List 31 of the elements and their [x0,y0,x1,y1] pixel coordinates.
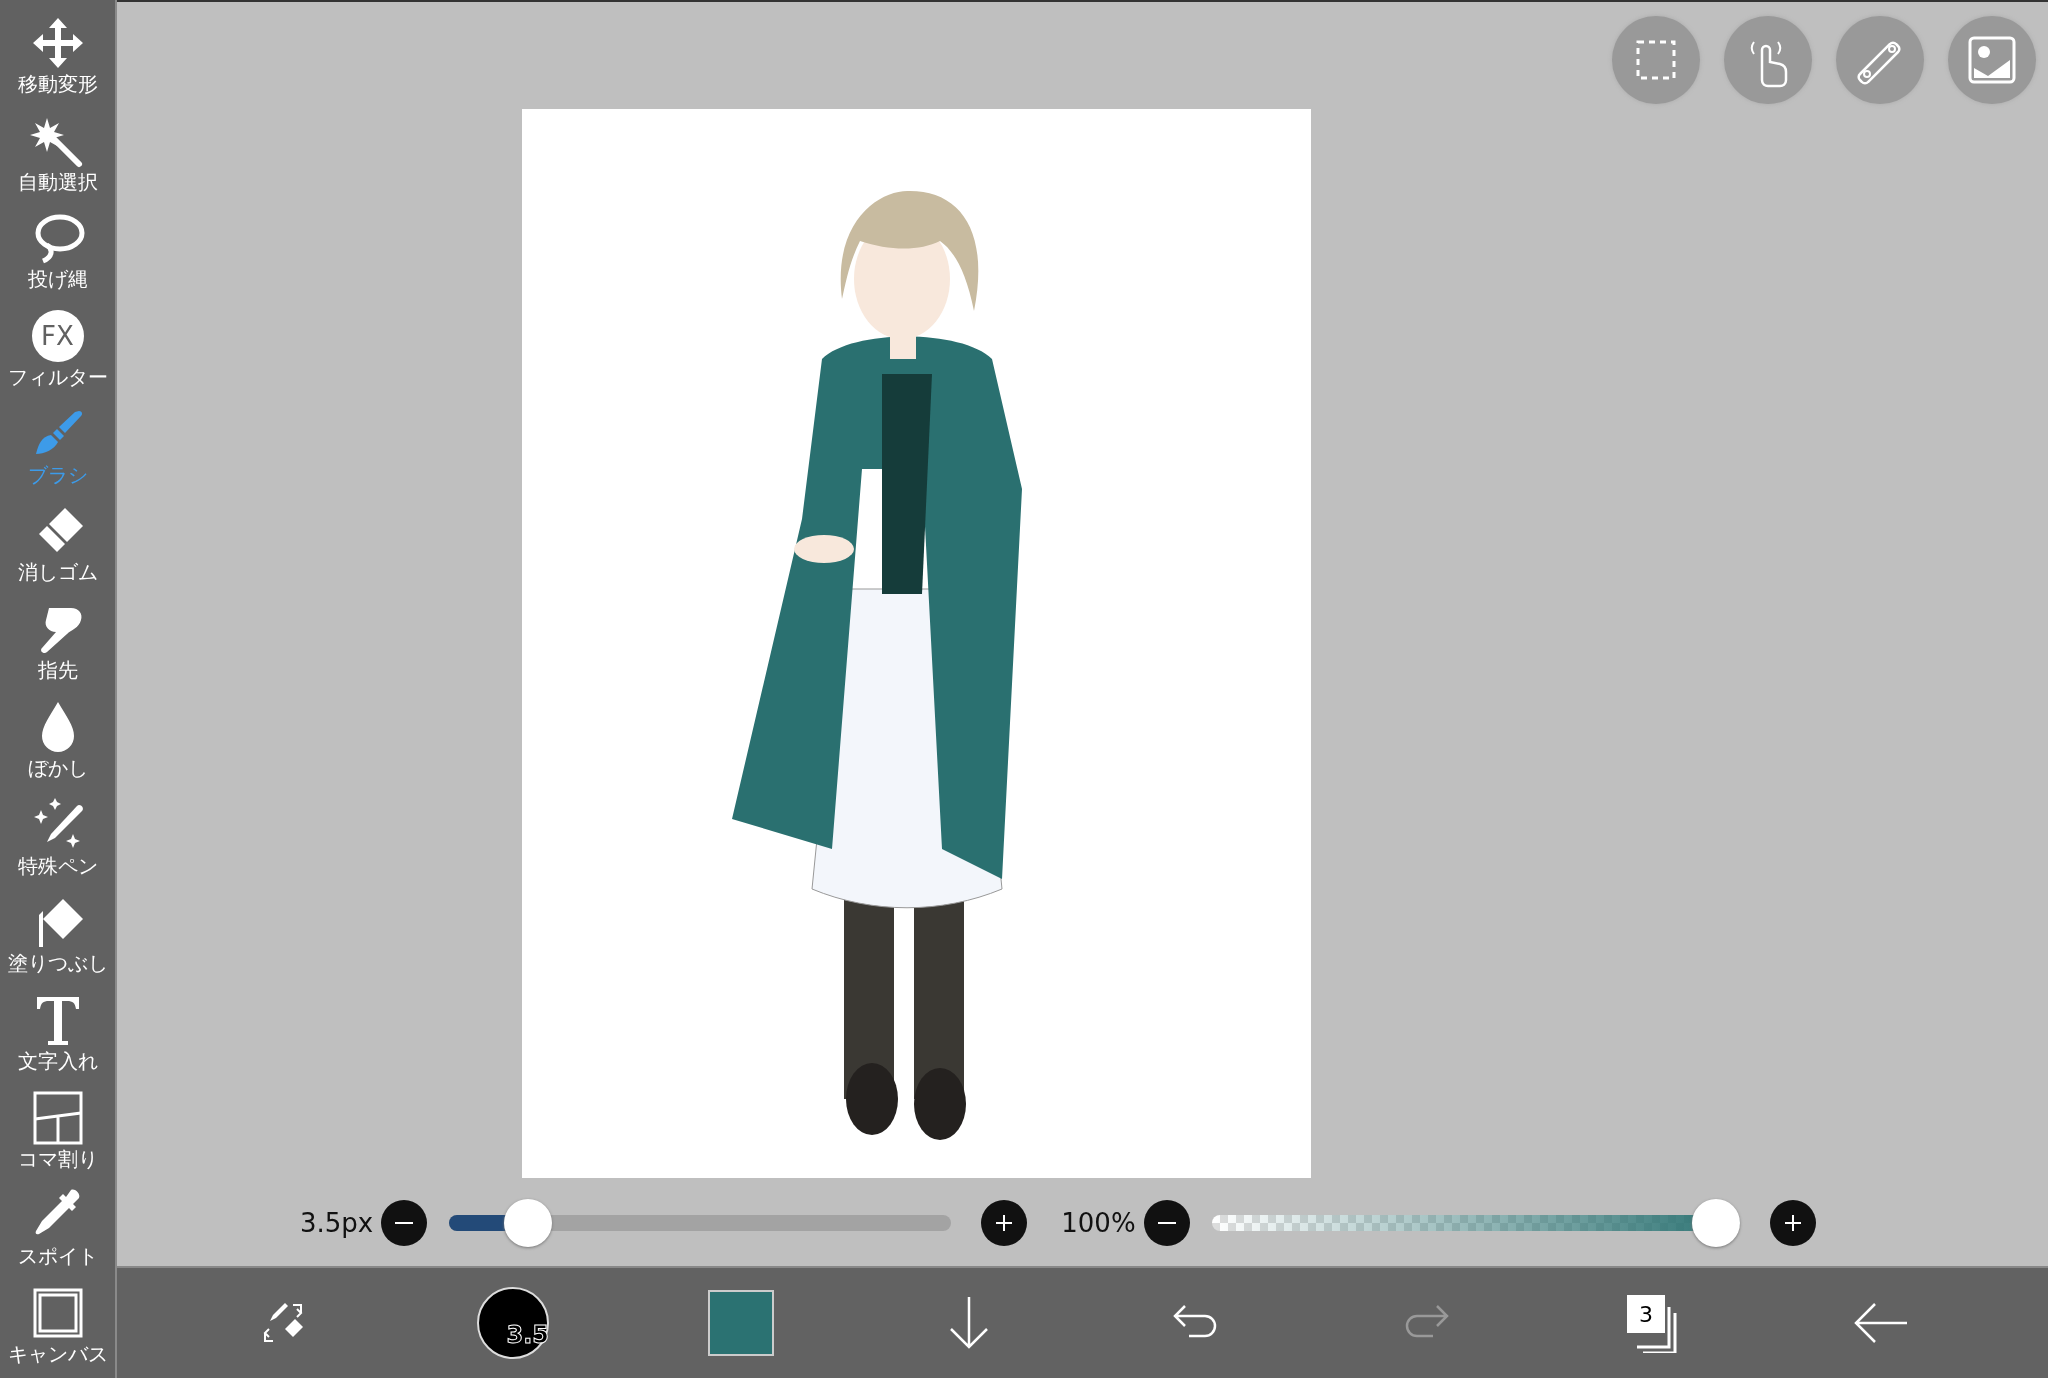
increase-button[interactable] [1769,1200,1816,1246]
tool-button[interactable]: スポイト [0,1178,115,1277]
increase-button[interactable] [981,1200,1028,1246]
tool-round-button[interactable] [1836,16,1924,104]
tool-button[interactable]: コマ割り [0,1080,115,1179]
minus-icon [395,1222,414,1224]
tool-button[interactable]: 投げ縄 [0,201,115,300]
slider-reading: 3.5px [300,1206,374,1240]
tool-button[interactable]: FX フィルター [0,299,115,397]
slider-thumb[interactable] [503,1199,552,1247]
tool-button[interactable]: 自動選択 [0,103,115,202]
tool-button[interactable]: 文字入れ [0,983,115,1081]
slider-thumb[interactable] [1691,1199,1740,1247]
tool-button[interactable]: 指先 [0,592,115,691]
tool-button[interactable]: 特殊ペン [0,787,115,886]
minus-icon [1157,1222,1176,1224]
slider[interactable] [1211,1199,1740,1247]
tool-button[interactable]: ぼかし [0,690,115,788]
color-swatch[interactable] [708,1290,774,1356]
layers-button[interactable]: 3 [1623,1293,1683,1353]
tool-button[interactable]: 移動変形 [0,6,115,104]
decrease-button[interactable] [1143,1200,1190,1246]
fx-icon: FX [31,310,84,362]
tool-button[interactable]: 消しゴム [0,494,115,593]
tool-round-button[interactable] [1612,16,1700,104]
tool-button[interactable]: 塗りつぶし [0,885,115,984]
tool-button[interactable]: キャンバス [0,1276,115,1375]
decrease-button[interactable] [381,1200,428,1246]
slider-reading: 100% [1061,1206,1136,1240]
slider[interactable] [449,1199,952,1247]
tool-round-button[interactable] [1948,16,2036,104]
